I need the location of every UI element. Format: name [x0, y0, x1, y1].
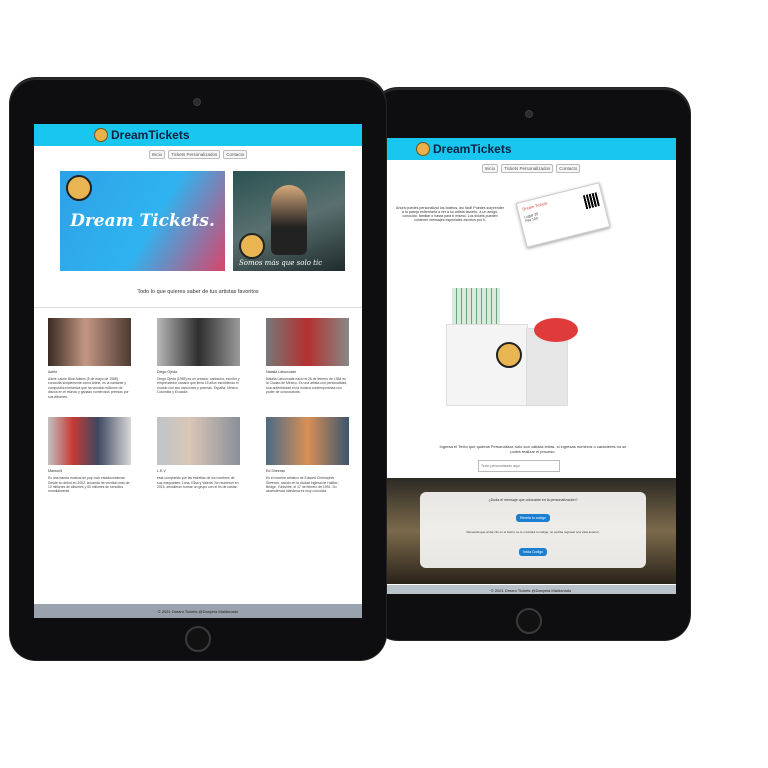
banners: Dream Tickets. Somos más que solo tic — [60, 171, 362, 271]
artist-bio: Es el nombre artístico de Edward Christo… — [266, 476, 339, 494]
reveal-code-button[interactable]: Revela tu codigo — [515, 514, 551, 522]
divider — [34, 307, 362, 308]
brand-name: DreamTickets — [111, 128, 190, 142]
intro-text: Ahora puedes personalizar los boletos, a… — [396, 206, 504, 222]
front-screen: DreamTickets Inicio Tickets Personalizad… — [34, 124, 362, 618]
banner2-text: Somos más que solo tic — [239, 259, 323, 267]
back-screen: DreamTickets Inicio Tickets Personalizad… — [386, 138, 676, 594]
artist-card[interactable]: L.E.V está compuesto por las estrellas d… — [157, 417, 240, 494]
badge-icon — [66, 175, 92, 201]
artist-photo — [48, 318, 131, 366]
home-button[interactable] — [185, 626, 211, 652]
artist-photo — [48, 417, 131, 466]
artist-photo — [157, 318, 240, 366]
artist-name: Diego Ojeda — [157, 370, 177, 374]
badge-icon — [496, 342, 522, 368]
nav: Inicio Tickets Personalizados Contacto — [34, 150, 362, 159]
person-image — [271, 185, 307, 255]
artist-name: Ed Sheeran — [266, 469, 285, 474]
footer-text: © 2021 Dream Tickets @Danyela Maldonado — [157, 608, 239, 614]
footer: © 2021 Dream Tickets @Danyela Maldonado — [386, 585, 676, 594]
brand-name: DreamTickets — [433, 142, 512, 156]
camera-icon — [193, 98, 201, 106]
artist-name: Adele — [48, 370, 58, 374]
ingresa-text: Ingresa el Texto que quieras Personaliza… — [439, 444, 627, 454]
concert-question: ¿Duda el mensaje que colocaste en la per… — [488, 498, 578, 502]
camera-icon — [525, 110, 533, 118]
artist-bio: Diego Ojeda (1985) es un creador, cantau… — [157, 377, 240, 395]
artist-card[interactable]: Natalia Lafourcade Natalia Lafourcade na… — [266, 318, 349, 399]
concert-background: ¿Duda el mensaje que colocaste en la per… — [386, 478, 676, 584]
nav-tickets[interactable]: Tickets Personalizados — [501, 164, 554, 173]
artist-name: Maroon5 — [48, 469, 63, 474]
tablet-back: DreamTickets Inicio Tickets Personalizad… — [372, 88, 690, 640]
qr-icon — [582, 192, 600, 210]
artist-bio: Natalia Lafourcade nació el 26 de febrer… — [266, 377, 348, 395]
custom-text-input[interactable] — [478, 460, 560, 472]
section-title: Todo lo que quieres saber de tus artista… — [137, 289, 259, 295]
nav-tickets[interactable]: Tickets Personalizados — [168, 150, 221, 159]
nav-contacto[interactable]: Contacto — [223, 150, 248, 159]
logo[interactable]: DreamTickets — [94, 128, 190, 142]
ticket-image: Dream Tickets Lugar 25 Fila 100 — [515, 182, 611, 248]
artists-grid: Adele Adele Laurie Blue Adkins (5 de may… — [48, 318, 362, 494]
footer: © 2021 Dream Tickets @Danyela Maldonado — [34, 604, 362, 618]
banner1-text: Dream Tickets. — [70, 211, 215, 231]
artist-bio: Adele Laurie Blue Adkins (5 de mayo de 1… — [48, 377, 129, 399]
artist-card[interactable]: Maroon5 Es una banda musical de pop rock… — [48, 417, 131, 494]
footer-text: © 2021 Dream Tickets @Danyela Maldonado — [490, 587, 572, 593]
artist-bio: está compuesto por las estrellas de los … — [157, 476, 239, 489]
artist-card[interactable]: Ed Sheeran Es el nombre artístico de Edw… — [266, 417, 349, 494]
concert-note: Recuerda que al dar clic en el botón, se… — [466, 530, 600, 534]
nav-contacto[interactable]: Contacto — [556, 164, 581, 173]
nav: Inicio Tickets Personalizados Contacto — [386, 164, 676, 173]
gift-box-image — [446, 288, 581, 416]
artist-photo — [266, 417, 349, 466]
home-button[interactable] — [516, 608, 542, 634]
logo[interactable]: DreamTickets — [416, 142, 512, 156]
nav-inicio[interactable]: Inicio — [148, 150, 166, 159]
nav-inicio[interactable]: Inicio — [481, 164, 499, 173]
artist-name: Natalia Lafourcade — [266, 370, 297, 374]
artist-name: L.E.V — [157, 469, 166, 474]
header: DreamTickets — [34, 124, 362, 146]
logo-icon — [94, 128, 108, 142]
banner-somos: Somos más que solo tic — [233, 171, 345, 271]
header: DreamTickets — [386, 138, 676, 160]
artist-bio: Es una banda musical de pop rock estadou… — [48, 476, 130, 494]
artist-card[interactable]: Diego Ojeda Diego Ojeda (1985) es un cre… — [157, 318, 240, 399]
code-box: ¿Duda el mensaje que colocaste en la per… — [420, 492, 646, 568]
start-code-button[interactable]: Inicia Codigo — [518, 548, 548, 556]
logo-icon — [416, 142, 430, 156]
badge-icon — [239, 233, 265, 259]
artist-photo — [266, 318, 349, 366]
banner-dream-tickets: Dream Tickets. — [60, 171, 225, 271]
tablet-front: DreamTickets Inicio Tickets Personalizad… — [10, 78, 386, 660]
artist-photo — [157, 417, 240, 466]
artist-card[interactable]: Adele Adele Laurie Blue Adkins (5 de may… — [48, 318, 131, 399]
